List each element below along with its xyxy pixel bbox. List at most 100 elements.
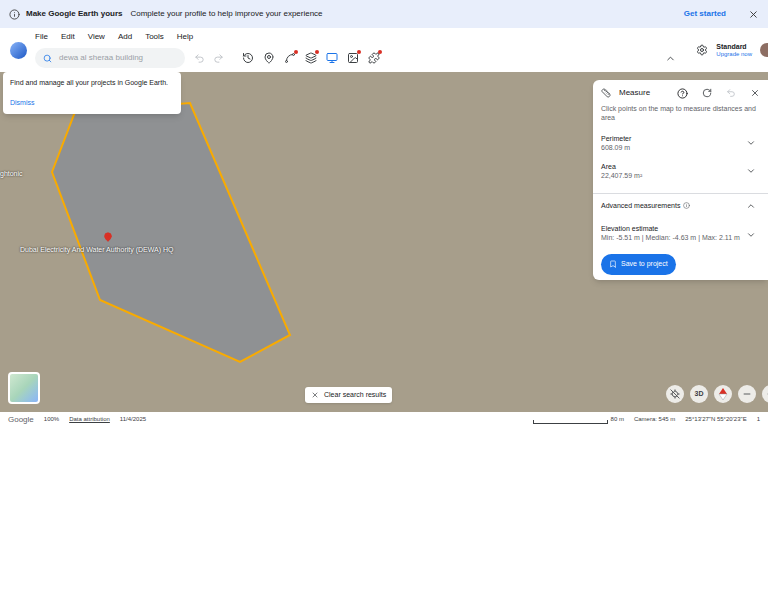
map-view[interactable]: ghtonic Dubai Electricity And Water Autho… xyxy=(0,72,768,412)
measure-title: Measure xyxy=(619,87,669,99)
close-icon[interactable] xyxy=(748,9,759,20)
path-icon xyxy=(284,52,296,64)
ruler-icon xyxy=(601,88,611,98)
get-started-link[interactable]: Get started xyxy=(684,8,726,20)
clear-search-label: Clear search results xyxy=(324,390,386,401)
status-bar: Google 100% Data attribution 11/4/2025 80 m C… xyxy=(0,412,768,427)
toolbar-button[interactable] xyxy=(367,52,380,65)
avatar-icon[interactable] xyxy=(760,43,768,57)
advanced-header[interactable]: Advanced measurements xyxy=(593,194,768,219)
chevron-icon xyxy=(746,138,756,148)
menu-item[interactable]: Tools xyxy=(145,31,164,43)
layers-icon xyxy=(305,52,317,64)
help-icon[interactable] xyxy=(677,88,688,99)
toolbar-button[interactable] xyxy=(325,52,338,65)
toolbar-button[interactable] xyxy=(262,52,275,65)
location-button[interactable] xyxy=(666,385,684,403)
result-value: 608.09 m xyxy=(601,143,746,152)
toolbar-button[interactable] xyxy=(283,52,296,65)
scale-label: 80 m xyxy=(611,415,624,424)
zoom-out-button[interactable] xyxy=(738,385,756,403)
toolbar: File Edit View Add Tools Help dewa al sheraa b… xyxy=(0,28,768,72)
advanced-title: Advanced measurements xyxy=(601,201,680,212)
measure-result[interactable]: Area22,407.59 m² xyxy=(601,162,760,180)
chevron-down-icon xyxy=(746,230,756,240)
attribution-link[interactable]: Data attribution xyxy=(69,415,110,424)
minus-icon xyxy=(742,389,752,399)
tool-icon xyxy=(368,52,380,64)
dismiss-button[interactable]: Dismiss xyxy=(10,98,174,109)
badge-dot xyxy=(294,50,298,54)
layer-thumbnail[interactable] xyxy=(8,372,40,404)
measure-panel: Measure Click points on the map to measur… xyxy=(593,80,768,280)
pin-icon xyxy=(263,52,275,64)
result-label: Perimeter xyxy=(601,134,746,143)
toolbar-button[interactable] xyxy=(304,52,317,65)
chevron-icon xyxy=(746,166,756,176)
menu-item[interactable]: Help xyxy=(177,31,193,43)
banner-message: Complete your profile to help improve yo… xyxy=(130,8,322,20)
compass-button[interactable] xyxy=(714,385,732,403)
banner: Make Google Earth yours Complete your pro… xyxy=(0,0,768,28)
menu-item[interactable]: View xyxy=(88,31,105,43)
upgrade-link[interactable]: Upgrade now xyxy=(716,51,752,58)
badge-dot xyxy=(357,50,361,54)
toolbar-button[interactable] xyxy=(241,52,254,65)
toolbar-button[interactable] xyxy=(346,52,359,65)
info-icon xyxy=(9,9,20,20)
save-label: Save to project xyxy=(621,259,668,270)
popover-text: Find and manage all your projects in Goo… xyxy=(10,78,174,89)
3d-label: 3D xyxy=(695,389,704,400)
search-icon xyxy=(43,54,52,63)
place-label: Dubai Electricity And Water Authority (D… xyxy=(20,245,174,256)
brand-label: Google xyxy=(8,414,34,426)
collapse-icon[interactable] xyxy=(665,53,676,64)
menu-item[interactable]: Add xyxy=(118,31,132,43)
menu-item[interactable]: File xyxy=(35,31,48,43)
3d-button[interactable]: 3D xyxy=(690,385,708,403)
image-icon xyxy=(347,52,359,64)
badge-dot xyxy=(378,50,382,54)
undo-icon[interactable] xyxy=(726,88,736,98)
banner-title: Make Google Earth yours xyxy=(26,8,122,20)
bookmark-icon xyxy=(609,260,617,268)
compass-icon xyxy=(718,388,728,400)
redo-icon[interactable] xyxy=(213,53,224,64)
scale-bar: 80 m xyxy=(533,415,624,424)
earth-logo-icon[interactable] xyxy=(10,42,27,59)
search-query: dewa al sheraa building xyxy=(59,52,143,64)
badge-dot xyxy=(315,50,319,54)
undo-icon[interactable] xyxy=(194,53,205,64)
menu-item[interactable]: Edit xyxy=(61,31,75,43)
settings-icon[interactable] xyxy=(696,44,708,56)
map-label: ghtonic xyxy=(0,169,23,180)
menu-bar: File Edit View Add Tools Help xyxy=(35,28,680,44)
zoom-label: 100% xyxy=(44,415,59,424)
result-label: Area xyxy=(601,162,746,171)
date-label: 11/4/2025 xyxy=(120,415,146,424)
extra-label: 1 xyxy=(757,415,760,424)
camera-label: Camera: 545 m xyxy=(634,415,675,424)
clear-icon xyxy=(311,391,319,399)
save-button[interactable]: Save to project xyxy=(601,254,676,275)
coords-label: 25°13'27"N 55°20'23"E xyxy=(685,415,746,424)
measure-result[interactable]: Perimeter608.09 m xyxy=(601,134,760,152)
search-box[interactable]: dewa al sheraa building xyxy=(35,48,185,68)
chevron-up-icon xyxy=(746,201,756,211)
result-value: 22,407.59 m² xyxy=(601,171,746,180)
place-pin-icon[interactable] xyxy=(103,232,113,242)
close-icon[interactable] xyxy=(750,88,760,98)
info-icon xyxy=(683,202,690,209)
reset-icon[interactable] xyxy=(702,88,712,98)
elevation-row[interactable]: Elevation estimateMin: -5.51 m | Median:… xyxy=(593,224,768,242)
app: Make Google Earth yours Complete your pro… xyxy=(0,0,768,594)
elevation-value: Min: -5.51 m | Median: -4.63 m | Max: 2.… xyxy=(601,233,746,242)
clear-search-chip[interactable]: Clear search results xyxy=(305,387,392,404)
project-icon xyxy=(326,52,338,64)
plus-icon xyxy=(766,389,768,399)
zoom-in-button[interactable] xyxy=(762,385,768,403)
history-icon xyxy=(242,52,254,64)
measure-hint: Click points on the map to measure dista… xyxy=(593,104,768,122)
map-controls: 3D xyxy=(666,385,768,403)
projects-popover: Find and manage all your projects in Goo… xyxy=(3,72,181,114)
